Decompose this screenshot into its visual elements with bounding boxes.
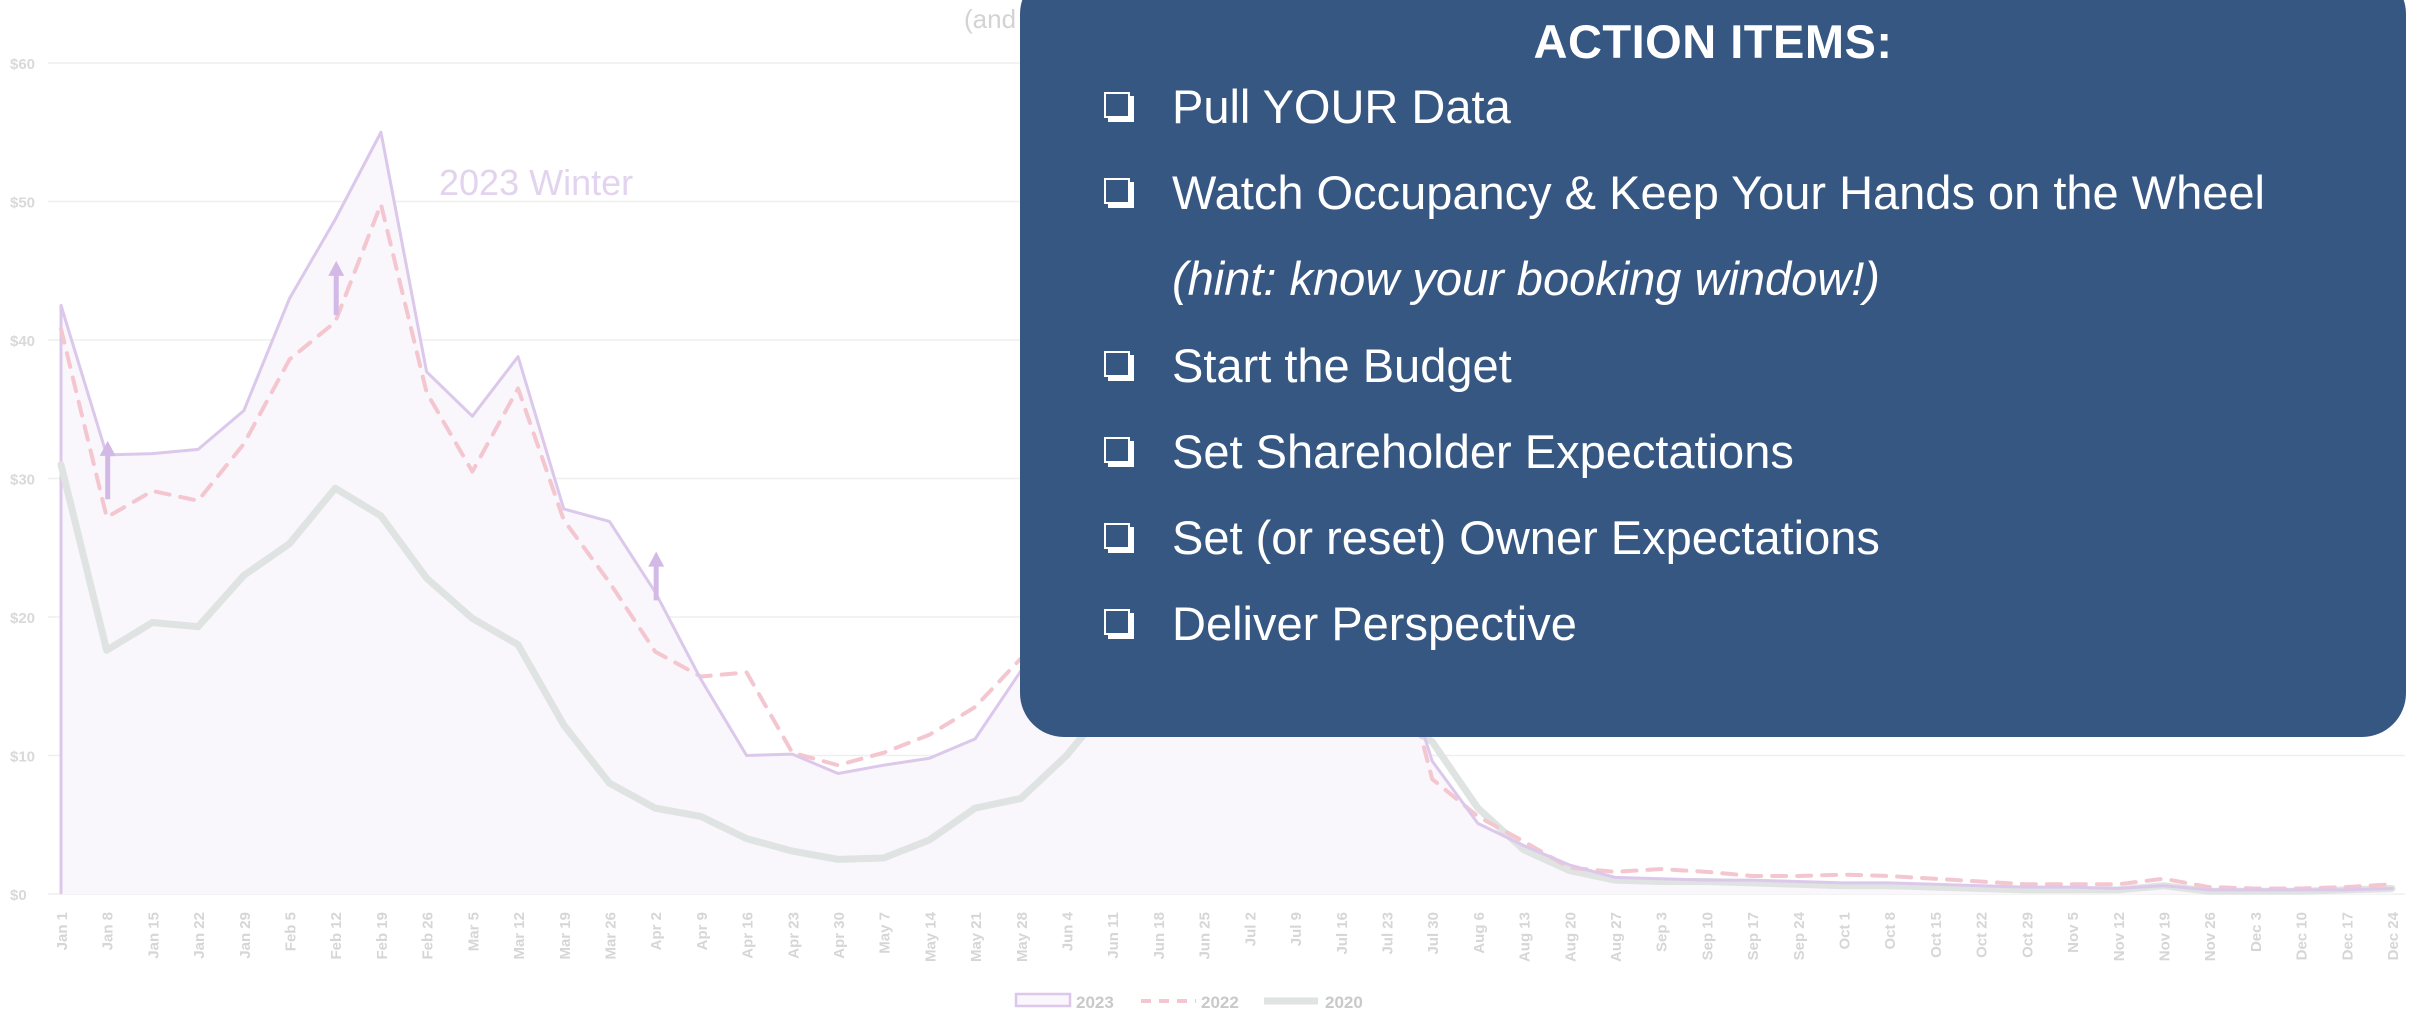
action-item-label: Deliver Perspective bbox=[1172, 597, 1577, 650]
x-tick-label: Aug 6 bbox=[1471, 912, 1488, 954]
x-tick-label: Apr 16 bbox=[740, 912, 757, 959]
checkbox-icon bbox=[1104, 436, 1134, 467]
x-tick-label: Apr 30 bbox=[831, 912, 848, 959]
action-item-watch-occupancy: Watch Occupancy & Keep Your Hands on the… bbox=[1104, 165, 2265, 220]
x-tick-label: Jun 25 bbox=[1197, 912, 1214, 960]
x-tick-label: Jul 23 bbox=[1379, 912, 1396, 955]
x-tick-label: Sep 24 bbox=[1791, 911, 1808, 960]
slide: $0 $10 $20 $30 $40 $50 $60 Jan 1 Jan 8 Jan 15 Jan… bbox=[0, 0, 2420, 1013]
x-tick-label: Nov 26 bbox=[2202, 912, 2219, 961]
x-tick-label: Jul 16 bbox=[1334, 912, 1351, 955]
x-tick-label: Apr 2 bbox=[648, 912, 665, 950]
x-tick-label: Jan 29 bbox=[237, 912, 254, 959]
x-tick-label: Dec 17 bbox=[2339, 912, 2356, 960]
y-tick-label: $50 bbox=[10, 195, 35, 212]
x-tick-label: Apr 9 bbox=[694, 912, 711, 950]
x-tick-label: Oct 1 bbox=[1837, 912, 1854, 950]
chart-subtitle-fragment: (and bbox=[964, 4, 1016, 34]
action-item-label: Set (or reset) Owner Expectations bbox=[1172, 511, 1880, 564]
action-item-owner-expectations: Set (or reset) Owner Expectations bbox=[1104, 510, 1880, 565]
action-item-label: Start the Budget bbox=[1172, 339, 1512, 392]
action-item-label: Pull YOUR Data bbox=[1172, 80, 1511, 133]
y-tick-label: $60 bbox=[10, 56, 35, 73]
chart-legend: 2023 2022 2020 bbox=[1014, 992, 1363, 1012]
x-tick-label: Jul 2 bbox=[1242, 912, 1259, 946]
legend-label-2023: 2023 bbox=[1076, 993, 1114, 1012]
checkbox-icon bbox=[1104, 91, 1134, 122]
action-item-label: Set Shareholder Expectations bbox=[1172, 425, 1794, 478]
x-tick-label: Mar 5 bbox=[465, 912, 482, 951]
y-tick-label: $40 bbox=[10, 333, 35, 350]
up-arrow-icon bbox=[648, 551, 665, 567]
x-tick-label: Jun 4 bbox=[1060, 911, 1077, 951]
action-item-label: Watch Occupancy & Keep Your Hands on the… bbox=[1172, 166, 2265, 219]
x-tick-label: May 7 bbox=[877, 912, 894, 954]
x-tick-label: Nov 12 bbox=[2111, 912, 2128, 961]
x-tick-label: Apr 23 bbox=[785, 912, 802, 959]
x-tick-label: Dec 10 bbox=[2294, 912, 2311, 960]
checkbox-icon bbox=[1104, 177, 1134, 208]
checkbox-icon bbox=[1104, 608, 1134, 639]
x-tick-label: Feb 26 bbox=[420, 912, 437, 960]
checkbox-icon bbox=[1104, 350, 1134, 381]
x-tick-label: Mar 12 bbox=[511, 912, 528, 960]
x-tick-label: Jul 30 bbox=[1425, 912, 1442, 955]
y-tick-label: $0 bbox=[10, 887, 27, 904]
x-tick-label: Dec 24 bbox=[2385, 911, 2402, 960]
x-tick-label: Jan 22 bbox=[191, 912, 208, 959]
x-axis-tick-labels: Jan 1 Jan 8 Jan 15 Jan 22 Jan 29 Feb 5 Feb 12 F… bbox=[54, 911, 2402, 962]
annotation-2023-winter: 2023 Winter bbox=[439, 162, 633, 203]
x-tick-label: Sep 10 bbox=[1699, 912, 1716, 960]
x-tick-label: Feb 12 bbox=[328, 912, 345, 960]
x-tick-label: Jul 9 bbox=[1288, 912, 1305, 946]
x-tick-label: Oct 8 bbox=[1882, 912, 1899, 950]
legend-label-2020: 2020 bbox=[1325, 993, 1363, 1012]
y-tick-label: $10 bbox=[10, 749, 35, 766]
x-tick-label: Jan 15 bbox=[145, 912, 162, 959]
y-axis-tick-labels: $0 $10 $20 $30 $40 $50 $60 bbox=[10, 56, 35, 904]
x-tick-label: Jun 18 bbox=[1151, 912, 1168, 960]
x-tick-label: Feb 19 bbox=[374, 912, 391, 960]
x-tick-label: Feb 5 bbox=[283, 912, 300, 951]
x-tick-label: Sep 3 bbox=[1654, 912, 1671, 952]
action-item-hint: (hint: know your booking window!) bbox=[1172, 252, 1880, 305]
legend-swatch-2023 bbox=[1014, 992, 1072, 1008]
x-tick-label: Aug 27 bbox=[1608, 912, 1625, 962]
x-tick-label: Jan 8 bbox=[100, 912, 117, 950]
action-item-start-budget: Start the Budget bbox=[1104, 338, 1512, 393]
y-tick-label: $20 bbox=[10, 610, 35, 627]
x-tick-label: Aug 13 bbox=[1517, 912, 1534, 962]
action-item-pull-data: Pull YOUR Data bbox=[1104, 79, 1511, 134]
x-tick-label: Jun 11 bbox=[1105, 912, 1122, 959]
x-tick-label: May 28 bbox=[1014, 912, 1031, 962]
checkbox-icon bbox=[1104, 522, 1134, 553]
legend-label-2022: 2022 bbox=[1201, 993, 1239, 1012]
x-tick-label: Nov 5 bbox=[2065, 912, 2082, 953]
action-items-panel: ACTION ITEMS: Pull YOUR Data Watch Occup… bbox=[1020, 0, 2406, 737]
x-tick-label: Oct 22 bbox=[1974, 912, 1991, 958]
action-item-deliver-perspective: Deliver Perspective bbox=[1104, 596, 1577, 651]
x-tick-label: Sep 17 bbox=[1745, 912, 1762, 960]
x-tick-label: Nov 19 bbox=[2156, 912, 2173, 961]
x-tick-label: Oct 15 bbox=[1928, 912, 1945, 958]
x-tick-label: May 14 bbox=[922, 911, 939, 962]
x-tick-label: Aug 20 bbox=[1562, 912, 1579, 962]
x-tick-label: Oct 29 bbox=[2019, 912, 2036, 958]
x-tick-label: Mar 19 bbox=[557, 912, 574, 960]
action-items-title: ACTION ITEMS: bbox=[1533, 15, 1893, 68]
y-tick-label: $30 bbox=[10, 472, 35, 489]
action-item-shareholder-expectations: Set Shareholder Expectations bbox=[1104, 424, 1794, 479]
x-tick-label: Mar 26 bbox=[602, 912, 619, 960]
x-tick-label: Dec 3 bbox=[2248, 912, 2265, 952]
x-tick-label: Jan 1 bbox=[54, 912, 71, 950]
x-tick-label: May 21 bbox=[968, 912, 985, 962]
